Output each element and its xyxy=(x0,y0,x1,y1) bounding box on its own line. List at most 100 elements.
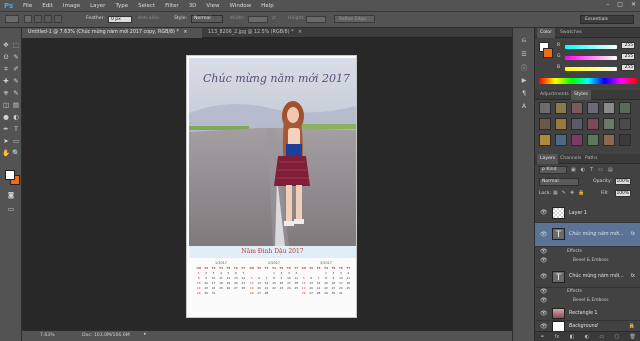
quick-mask-icon[interactable]: ◙ xyxy=(6,190,16,200)
tab-untitled-1[interactable]: Untitled-1 @ 7.63% (Chúc mừng năm mới 20… xyxy=(22,28,202,38)
close-icon[interactable]: × xyxy=(183,30,187,35)
lock-pixels-icon[interactable]: ▦ xyxy=(553,190,558,196)
screen-mode-icon[interactable]: ▭ xyxy=(6,204,16,214)
layer-filter-select[interactable]: ρ Kind xyxy=(539,166,567,174)
style-swatch[interactable] xyxy=(587,134,599,146)
tab-layers[interactable]: Layers xyxy=(537,154,559,164)
eye-icon[interactable]: 👁 xyxy=(540,273,548,280)
blue-slider[interactable] xyxy=(565,67,617,71)
tab-adjustments[interactable]: Adjustments xyxy=(537,90,572,100)
red-slider[interactable] xyxy=(565,45,617,49)
menu-edit[interactable]: Edit xyxy=(42,3,53,9)
layer-name[interactable]: Chúc mừng năm mới... xyxy=(569,232,624,237)
text-filter-icon[interactable]: T xyxy=(590,167,593,173)
menu-select[interactable]: Select xyxy=(138,3,155,9)
tool-preset-picker[interactable] xyxy=(5,15,19,23)
new-selection-button[interactable] xyxy=(24,15,32,23)
style-swatch[interactable] xyxy=(555,134,567,146)
style-swatch[interactable] xyxy=(571,102,583,114)
color-spectrum[interactable] xyxy=(539,78,637,84)
layer-row[interactable]: 👁 Layer 1 xyxy=(535,203,640,223)
move-icon[interactable]: ✥ xyxy=(1,40,11,50)
brush-icon[interactable]: ✎ xyxy=(11,76,21,86)
menu-window[interactable]: Window xyxy=(229,3,251,9)
add-selection-button[interactable] xyxy=(34,15,42,23)
zoom-icon[interactable]: 🔍 xyxy=(11,148,21,158)
style-swatch[interactable] xyxy=(603,102,615,114)
link-icon[interactable]: ⚭ xyxy=(540,334,544,340)
fill-input[interactable]: 100% xyxy=(615,190,631,197)
background-color-swatch[interactable] xyxy=(543,48,553,58)
eye-icon[interactable]: 👁 xyxy=(540,323,548,330)
menu-3d[interactable]: 3D xyxy=(189,3,197,9)
quick-select-icon[interactable]: ✎ xyxy=(11,52,21,62)
green-slider[interactable] xyxy=(565,56,617,60)
style-swatch[interactable] xyxy=(571,118,583,130)
tab-channels[interactable]: Channels xyxy=(557,154,584,164)
spot-heal-icon[interactable]: ✚ xyxy=(1,76,11,86)
menu-layer[interactable]: Layer xyxy=(90,3,105,9)
type-icon[interactable]: T xyxy=(11,124,21,134)
style-swatch[interactable] xyxy=(587,118,599,130)
crop-icon[interactable]: ⌗ xyxy=(1,64,11,74)
subtract-selection-button[interactable] xyxy=(44,15,52,23)
menu-view[interactable]: View xyxy=(206,3,219,9)
blur-icon[interactable]: ● xyxy=(1,112,11,122)
layer-row-selected[interactable]: 👁 T Chúc mừng năm mới... fx xyxy=(535,223,640,247)
close-button[interactable]: ✕ xyxy=(631,1,636,8)
opacity-input[interactable]: 100% xyxy=(615,178,631,185)
lock-move-icon[interactable]: ✥ xyxy=(570,190,574,196)
intersect-selection-button[interactable] xyxy=(54,15,62,23)
tab-swatches[interactable]: Swatches xyxy=(557,28,585,38)
effect-name[interactable]: Bevel & Emboss xyxy=(573,298,609,303)
menu-filter[interactable]: Filter xyxy=(165,3,179,9)
style-swatch[interactable] xyxy=(571,134,583,146)
effect-name[interactable]: Bevel & Emboss xyxy=(573,258,609,263)
eraser-icon[interactable]: ◫ xyxy=(1,100,11,110)
blue-value[interactable]: 255 xyxy=(621,64,635,71)
menu-help[interactable]: Help xyxy=(261,3,274,9)
fx-icon[interactable]: fx xyxy=(630,274,635,279)
tab-113-8206-2[interactable]: 113_8206_2.jpg @ 12.5% (RGB/8) * × xyxy=(202,28,302,38)
style-swatch[interactable] xyxy=(555,102,567,114)
style-swatch[interactable] xyxy=(539,134,551,146)
menu-image[interactable]: Image xyxy=(63,3,80,9)
effect-eye-icon[interactable]: 👁 xyxy=(540,257,548,264)
fx-icon[interactable]: fx xyxy=(555,334,560,340)
dodge-icon[interactable]: ◐ xyxy=(11,112,21,122)
layer-name[interactable]: Layer 1 xyxy=(569,211,587,216)
effect-eye-icon[interactable]: 👁 xyxy=(540,297,548,304)
adjust-filter-icon[interactable]: ◐ xyxy=(581,167,585,173)
fx-icon[interactable]: fx xyxy=(630,232,635,237)
lock-brush-icon[interactable]: ✎ xyxy=(562,190,566,196)
pixel-filter-icon[interactable]: ▣ xyxy=(571,167,576,173)
document-canvas[interactable]: Chúc mừng năm mới 2017 Năm Đinh Dậu 2017… xyxy=(186,55,357,318)
eyedropper-icon[interactable]: ✐ xyxy=(11,64,21,74)
style-swatch[interactable] xyxy=(619,134,631,146)
style-swatch[interactable] xyxy=(619,118,631,130)
style-swatch[interactable] xyxy=(555,118,567,130)
blend-mode-select[interactable]: Normal xyxy=(539,178,579,186)
hand-icon[interactable]: ✋ xyxy=(1,148,11,158)
foreground-color-swatch[interactable] xyxy=(5,170,15,180)
layer-name[interactable]: Rectangle 1 xyxy=(569,311,597,316)
actions-icon[interactable]: ▶ xyxy=(518,75,530,85)
paragraph-icon[interactable]: ¶ xyxy=(518,88,530,98)
gradient-icon[interactable]: ▤ xyxy=(11,100,21,110)
style-select[interactable]: Normal xyxy=(191,15,223,23)
history-icon[interactable]: ⎌ xyxy=(518,36,530,46)
trash-icon[interactable]: 🗑 xyxy=(629,334,635,340)
layer-name[interactable]: Background xyxy=(569,324,598,329)
adjustment-icon[interactable]: ◐ xyxy=(585,334,589,340)
menu-type[interactable]: Type xyxy=(115,3,128,9)
path-select-icon[interactable]: ➤ xyxy=(1,136,11,146)
character-icon[interactable]: A xyxy=(518,101,530,111)
mask-icon[interactable]: ◧ xyxy=(570,334,575,340)
feather-input[interactable]: 0 px xyxy=(108,16,132,23)
style-swatch[interactable] xyxy=(619,102,631,114)
smart-filter-icon[interactable]: ▤ xyxy=(608,167,613,173)
layer-row[interactable]: 👁 T Chúc mừng năm mới... fx xyxy=(535,266,640,288)
properties-icon[interactable]: ☰ xyxy=(518,49,530,59)
close-icon[interactable]: × xyxy=(298,30,302,35)
style-swatch[interactable] xyxy=(539,102,551,114)
